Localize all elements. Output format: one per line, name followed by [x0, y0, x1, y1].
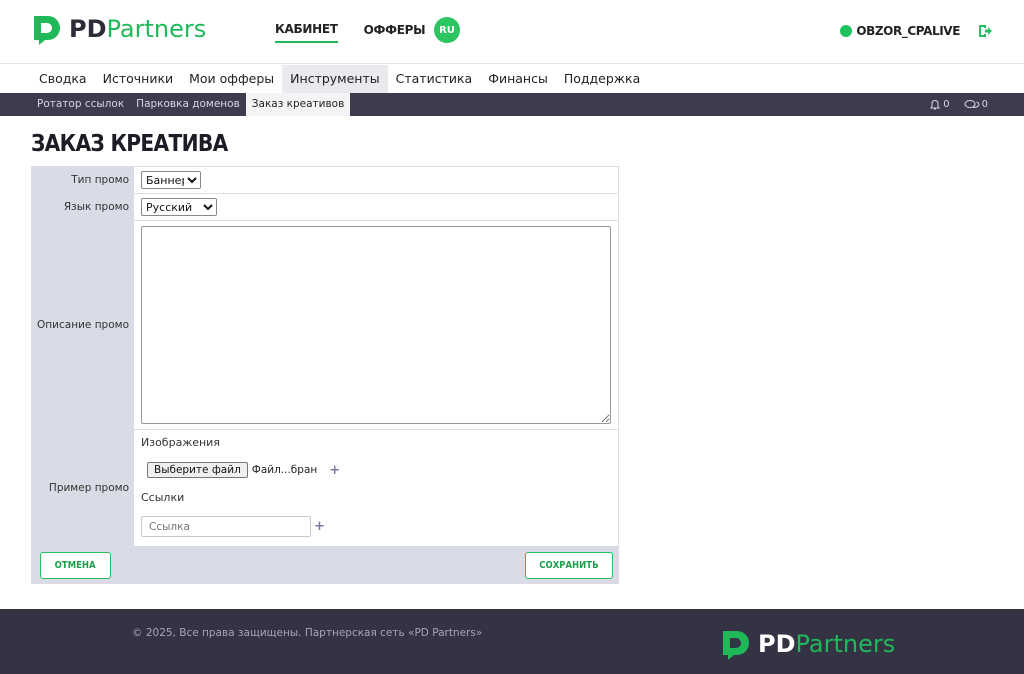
- promo-language-select[interactable]: Русский: [141, 198, 217, 216]
- example-label: Пример промо: [32, 430, 134, 546]
- type-label: Тип промо: [32, 167, 134, 193]
- sub-nav: Ротатор ссылок Парковка доменов Заказ кр…: [0, 93, 1024, 116]
- language-value-cell: Русский: [134, 194, 618, 220]
- save-button[interactable]: СОХРАНИТЬ: [525, 552, 613, 579]
- bell-icon: [930, 99, 941, 109]
- example-value-cell: Изображения Выберите файл Файл...бран + …: [134, 430, 618, 546]
- logo-text: PDPartners: [69, 15, 206, 43]
- footer-logo-mark-icon: [723, 631, 749, 660]
- footer-logo-text: PDPartners: [758, 630, 895, 658]
- description-value-cell: [134, 221, 618, 429]
- add-link-plus-icon[interactable]: +: [314, 519, 325, 534]
- creative-order-form: Тип промо Баннер Язык промо Русский Опис…: [31, 166, 619, 584]
- form-actions: ОТМЕНА СОХРАНИТЬ: [32, 547, 618, 583]
- form-row-type: Тип промо Баннер: [32, 167, 618, 194]
- main-nav: Сводка Источники Мои офферы Инструменты …: [0, 65, 1024, 93]
- header: PDPartners КАБИНЕТ ОФФЕРЫ RU OBZOR_CPALI…: [0, 0, 1024, 64]
- main-nav-finance[interactable]: Финансы: [480, 65, 556, 93]
- main-nav-summary[interactable]: Сводка: [31, 65, 95, 93]
- sub-nav-counters: 0 0: [915, 93, 988, 116]
- cancel-button[interactable]: ОТМЕНА: [40, 552, 111, 579]
- main-nav-tools[interactable]: Инструменты: [282, 65, 388, 93]
- footer: © 2025, Все права защищены. Партнерская …: [0, 609, 1024, 674]
- top-nav-cabinet[interactable]: КАБИНЕТ: [275, 22, 338, 43]
- logo-pd: PD: [69, 15, 107, 43]
- promo-type-select[interactable]: Баннер: [141, 171, 201, 189]
- links-label: Ссылки: [141, 491, 185, 504]
- link-entry: +: [141, 516, 325, 537]
- add-image-plus-icon[interactable]: +: [329, 463, 340, 478]
- notifications[interactable]: 0: [929, 99, 950, 111]
- logo[interactable]: PDPartners: [31, 12, 206, 46]
- top-nav: КАБИНЕТ ОФФЕРЫ: [275, 22, 451, 43]
- main-nav-statistics[interactable]: Статистика: [388, 65, 481, 93]
- logout-icon[interactable]: [977, 23, 993, 39]
- page-title: ЗАКАЗ КРЕАТИВА: [31, 131, 228, 157]
- main-nav-sources[interactable]: Источники: [95, 65, 182, 93]
- images-label: Изображения: [141, 436, 220, 449]
- notifications-count: 0: [943, 99, 950, 110]
- footer-logo-pd: PD: [758, 630, 796, 658]
- cancel-button-label: ОТМЕНА: [55, 560, 96, 571]
- logo-mark-icon: [34, 16, 60, 45]
- main-nav-my-offers[interactable]: Мои офферы: [181, 65, 282, 93]
- save-button-label: СОХРАНИТЬ: [539, 560, 599, 571]
- link-input[interactable]: [141, 516, 311, 537]
- sub-nav-link-rotator[interactable]: Ротатор ссылок: [31, 93, 130, 116]
- messages[interactable]: 0: [964, 99, 988, 111]
- file-status: Файл...бран: [251, 464, 318, 476]
- language-switch[interactable]: RU: [434, 17, 460, 43]
- copyright-text: © 2025, Все права защищены. Партнерская …: [132, 627, 483, 639]
- chat-icon: [964, 99, 980, 108]
- type-value-cell: Баннер: [134, 167, 618, 193]
- footer-logo-partners: Partners: [795, 630, 896, 658]
- form-row-description: Описание промо: [32, 221, 618, 430]
- online-status-icon: [840, 25, 853, 37]
- main-nav-support[interactable]: Поддержка: [556, 65, 648, 93]
- messages-count: 0: [981, 99, 988, 110]
- choose-file-button[interactable]: Выберите файл: [147, 462, 248, 478]
- description-label: Описание промо: [32, 221, 134, 429]
- user-menu[interactable]: OBZOR_CPALIVE: [840, 24, 960, 38]
- form-row-language: Язык промо Русский: [32, 194, 618, 221]
- sub-nav-creative-order[interactable]: Заказ креативов: [245, 93, 351, 116]
- language-label: Язык промо: [32, 194, 134, 220]
- user-name: OBZOR_CPALIVE: [856, 24, 960, 38]
- description-textarea[interactable]: [141, 226, 611, 424]
- footer-logo[interactable]: PDPartners: [720, 628, 895, 660]
- form-row-example: Пример промо Изображения Выберите файл Ф…: [32, 430, 618, 547]
- file-upload: Выберите файл Файл...бран +: [141, 462, 340, 478]
- logo-partners: Partners: [106, 15, 207, 43]
- sub-nav-domain-parking[interactable]: Парковка доменов: [130, 93, 246, 116]
- top-nav-offers[interactable]: ОФФЕРЫ: [364, 23, 426, 42]
